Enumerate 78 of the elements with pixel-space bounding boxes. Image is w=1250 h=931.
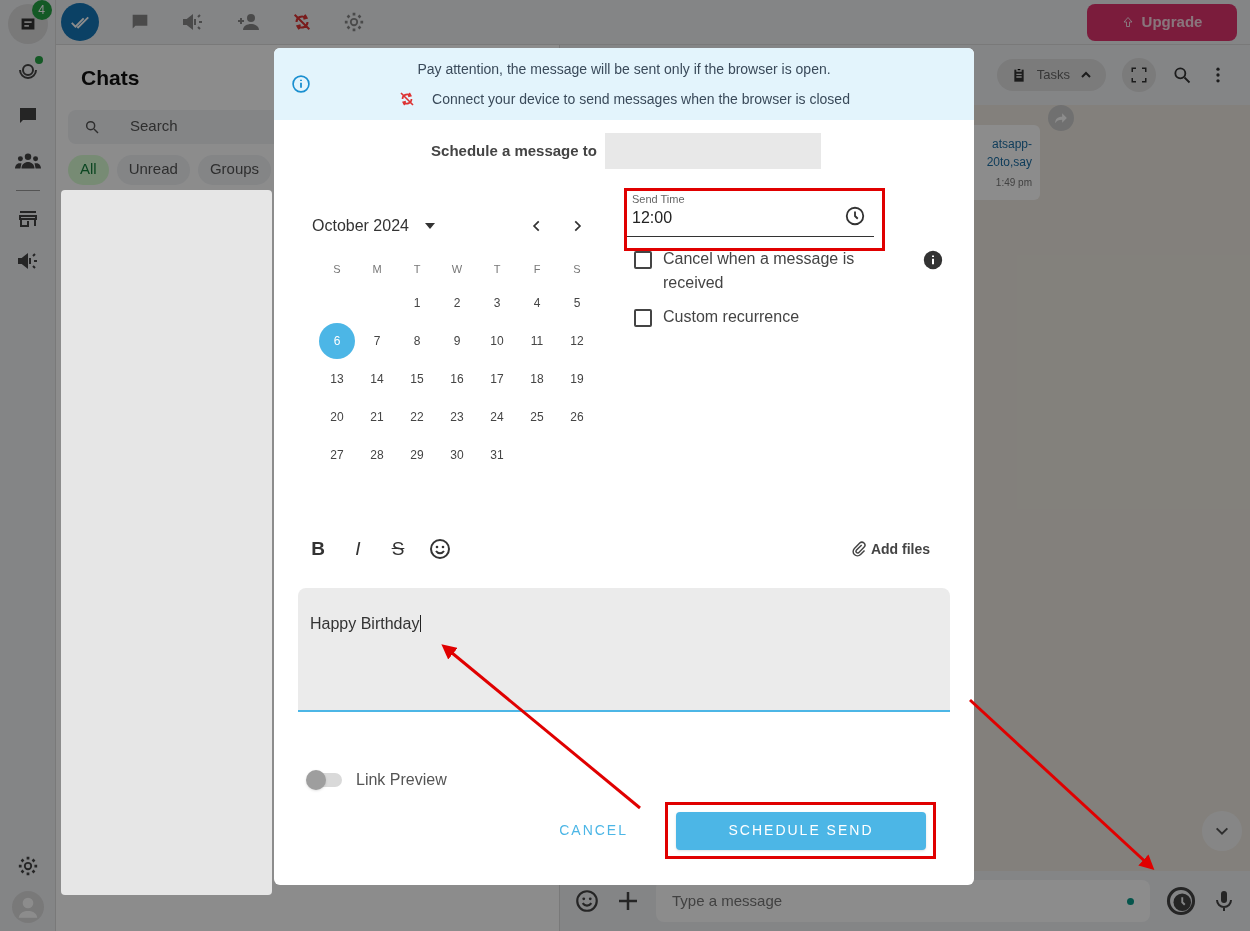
calendar-day[interactable]: 18 [519, 361, 555, 397]
option-label: Custom recurrence [663, 307, 801, 327]
calendar-day[interactable]: 10 [479, 323, 515, 359]
notice-text: Pay attention, the message will be sent only if the browser is open. [417, 59, 831, 79]
checkbox[interactable] [634, 251, 652, 269]
search-icon[interactable] [1172, 65, 1192, 85]
calendar-day[interactable]: 31 [479, 437, 515, 473]
format-button[interactable]: I [348, 535, 368, 564]
toggle-label: Link Preview [356, 769, 447, 790]
calendar-day[interactable]: 17 [479, 361, 515, 397]
info-icon[interactable] [923, 250, 943, 270]
unread-badge: 4 [31, 0, 52, 20]
app-logo[interactable] [61, 3, 99, 41]
calendar-day[interactable]: 25 [519, 399, 555, 435]
calendar-day[interactable]: 8 [399, 323, 435, 359]
time-field[interactable]: Send Time 12:00 [624, 187, 874, 237]
message-link[interactable]: atsapp- [991, 135, 1032, 153]
weekday-label: T [412, 261, 422, 277]
info-icon [291, 74, 311, 94]
calendar-day[interactable]: 22 [399, 399, 435, 435]
message-textarea[interactable]: Happy Birthday [298, 587, 950, 712]
calendar-day[interactable]: 4 [519, 285, 555, 321]
fullscreen-button[interactable] [1122, 58, 1156, 92]
caret-icon [424, 223, 435, 229]
weekday-label: M [371, 261, 383, 277]
option-label: Cancel when a message is received [663, 249, 856, 293]
notice-text: Connect your device to send messages when the browser is closed [432, 89, 850, 109]
schedule-clock-icon[interactable] [1166, 886, 1196, 916]
message-link[interactable]: 20to,say [986, 153, 1032, 171]
filter-chip[interactable]: Unread [116, 154, 190, 185]
panel-title: Chats [81, 65, 140, 91]
settings-icon[interactable] [343, 11, 365, 33]
search-icon [84, 118, 100, 135]
calendar-day[interactable]: 20 [319, 399, 355, 435]
calendar-day[interactable]: 9 [439, 323, 475, 359]
calendar-day[interactable]: 13 [319, 361, 355, 397]
fullscreen-icon [1130, 66, 1148, 84]
forward-arrow-icon [1054, 111, 1068, 125]
message-time: 1:49 pm [995, 176, 1032, 190]
weekday-label: T [492, 261, 502, 277]
calendar-day[interactable]: 29 [399, 437, 435, 473]
sync-off-icon[interactable] [291, 11, 313, 33]
calendar-day[interactable]: 19 [559, 361, 595, 397]
calendar-day[interactable]: 5 [559, 285, 595, 321]
up-arrow-icon [1121, 16, 1134, 28]
calendar-day[interactable]: 7 [359, 323, 395, 359]
weekday-label: S [332, 261, 342, 277]
calendar-day[interactable]: 3 [479, 285, 515, 321]
weekday-label: W [450, 261, 464, 277]
format-button[interactable]: S [388, 535, 408, 564]
checkbox[interactable] [634, 309, 652, 327]
calendar-day[interactable]: 2 [439, 285, 475, 321]
calendar-day[interactable]: 30 [439, 437, 475, 473]
calendar-day[interactable]: 12 [559, 323, 595, 359]
format-button[interactable]: B [308, 535, 328, 564]
calendar-day[interactable]: 16 [439, 361, 475, 397]
recipient-label: Schedule a message to [431, 140, 597, 161]
add-files-button[interactable]: Add files [850, 538, 930, 560]
paperclip-icon [850, 541, 867, 558]
calendar-day[interactable]: 15 [399, 361, 435, 397]
settings-icon[interactable] [16, 855, 39, 877]
calendar-day[interactable]: 11 [519, 323, 555, 359]
calendar-day[interactable]: 21 [359, 399, 395, 435]
emoji-icon[interactable] [428, 537, 452, 562]
filter-chip[interactable]: Groups [197, 154, 272, 185]
plus-icon[interactable] [616, 889, 640, 913]
calendar-day[interactable]: 28 [359, 437, 395, 473]
month-selector[interactable]: October 2024 [312, 214, 435, 238]
calendar-day[interactable]: 26 [559, 399, 595, 435]
toggle-switch[interactable] [306, 769, 344, 790]
calendar-day[interactable]: 24 [479, 399, 515, 435]
calendar-day[interactable]: 27 [319, 437, 355, 473]
weekday-label: F [532, 261, 542, 277]
calendar-day[interactable]: 14 [359, 361, 395, 397]
weekday-label: S [572, 261, 582, 277]
clock-icon [844, 205, 866, 227]
calendar-day[interactable]: 1 [399, 285, 435, 321]
calendar-day[interactable]: 23 [439, 399, 475, 435]
